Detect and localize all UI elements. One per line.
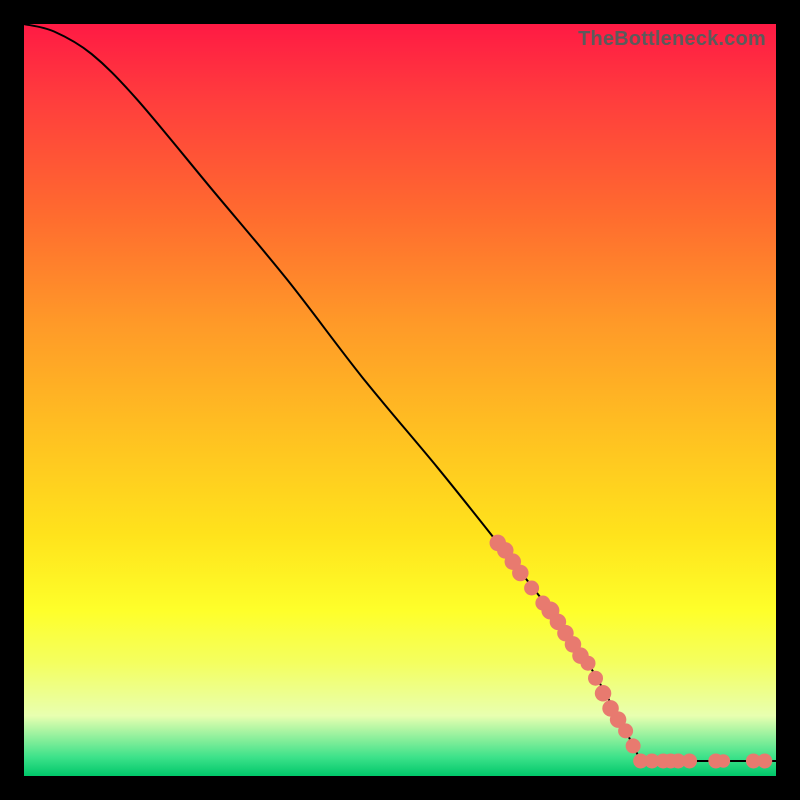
chart-point <box>626 738 641 753</box>
chart-point <box>524 581 539 596</box>
chart-point <box>717 754 731 768</box>
chart-point <box>512 565 529 582</box>
chart-point <box>757 753 772 768</box>
chart-point <box>595 685 612 702</box>
chart-curve <box>24 24 641 761</box>
chart-points-group <box>490 535 773 769</box>
chart-point <box>682 753 697 768</box>
chart-point <box>618 723 633 738</box>
chart-point <box>588 671 603 686</box>
chart-point <box>581 656 596 671</box>
chart-frame: TheBottleneck.com <box>24 24 776 776</box>
chart-svg <box>24 24 776 776</box>
